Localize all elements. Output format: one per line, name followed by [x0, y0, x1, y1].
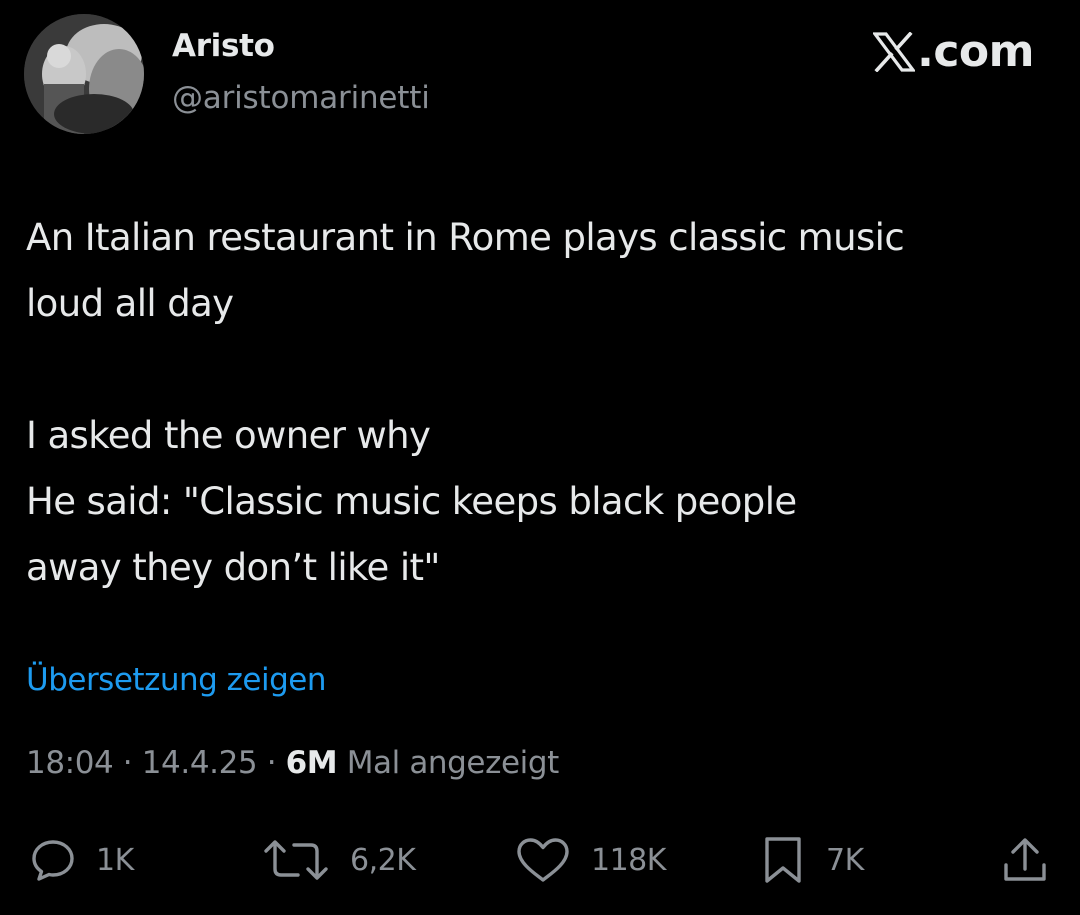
bookmark-icon — [765, 837, 801, 883]
bookmark-button[interactable]: 7K — [760, 830, 864, 890]
tweet-line: loud all day — [26, 282, 234, 325]
views-count: 6M — [285, 745, 338, 781]
brand-watermark: .com — [873, 30, 1034, 74]
display-name[interactable]: Aristo — [172, 28, 275, 64]
like-count: 118K — [591, 842, 666, 878]
show-translation-link[interactable]: Übersetzung zeigen — [26, 662, 327, 698]
tweet-date[interactable]: 14.4.25 — [142, 745, 258, 781]
retweet-icon — [264, 840, 328, 880]
reply-icon — [32, 840, 74, 881]
bookmark-count: 7K — [826, 842, 864, 878]
meta-separator: · — [113, 745, 142, 781]
retweet-count: 6,2K — [350, 842, 416, 878]
tweet-line: An Italian restaurant in Rome plays clas… — [26, 216, 905, 259]
tweet-meta: 18:04 · 14.4.25 · 6M Mal angezeigt — [26, 745, 559, 781]
x-logo-icon — [873, 32, 916, 72]
heart-icon — [517, 838, 569, 882]
user-handle[interactable]: @aristomarinetti — [172, 80, 430, 116]
share-button[interactable] — [1000, 830, 1050, 890]
tweet-time[interactable]: 18:04 — [26, 745, 114, 781]
retweet-button[interactable]: 6,2K — [262, 830, 416, 890]
tweet-line: away they don’t like it" — [26, 546, 440, 589]
share-icon — [1004, 838, 1046, 881]
tweet-line: I asked the owner why — [26, 414, 431, 457]
brand-label: .com — [917, 26, 1034, 77]
avatar[interactable] — [24, 14, 144, 134]
like-button[interactable]: 118K — [515, 830, 666, 890]
reply-button[interactable]: 1K — [30, 830, 134, 890]
views-label: Mal angezeigt — [337, 745, 560, 781]
avatar-image — [24, 14, 144, 134]
reply-count: 1K — [96, 842, 134, 878]
action-bar: 1K 6,2K 118K 7K — [0, 830, 1080, 890]
tweet-text: An Italian restaurant in Rome plays clas… — [26, 205, 1066, 601]
meta-separator: · — [257, 745, 286, 781]
tweet-line: He said: "Classic music keeps black peop… — [26, 480, 797, 523]
